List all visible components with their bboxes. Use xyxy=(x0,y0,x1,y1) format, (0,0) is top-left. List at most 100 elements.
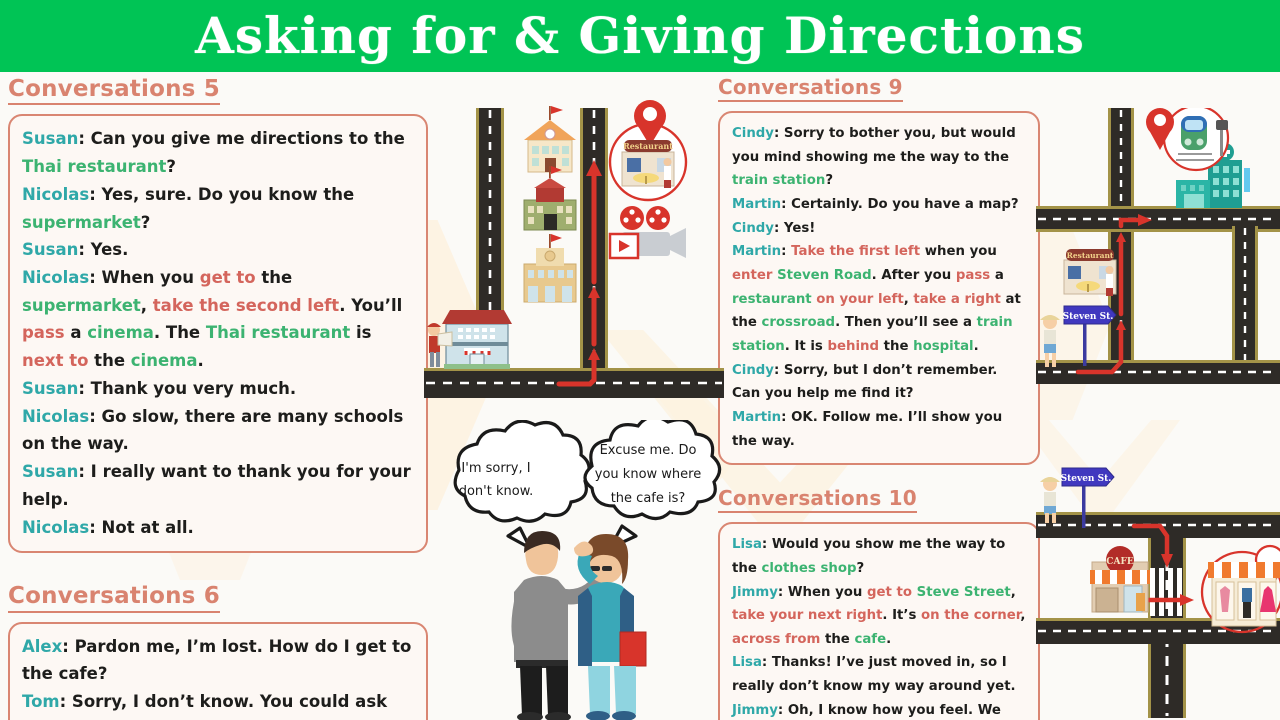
dialogue-text: : Thanks! I’ve just moved in, so I reall… xyxy=(732,655,1016,695)
dialogue-text: : Yes! xyxy=(773,220,816,236)
conversation-10-box: Lisa: Would you show me the way to the c… xyxy=(718,522,1040,720)
dialogue-lines: Lisa: Would you show me the way to the c… xyxy=(732,533,1026,720)
dialogue-text: ? xyxy=(825,173,834,189)
dialogue-text: : Pardon me, I’m lost. How do I get to t… xyxy=(22,636,412,684)
direction-phrase: get to xyxy=(866,584,912,600)
dialogue-text: the xyxy=(255,268,293,288)
cinema-icon xyxy=(608,206,686,260)
dialogue-text: : When you xyxy=(777,584,867,600)
dialogue-text: . It is xyxy=(784,338,828,354)
place-phrase: Thai restaurant xyxy=(205,323,351,343)
dialogue-lines: Susan : Can you give me directions to the… xyxy=(22,125,414,541)
conversation-5-box: Susan : Can you give me directions to the… xyxy=(8,114,428,554)
conversation-6-box: Alex: Pardon me, I’m lost. How do I get … xyxy=(8,621,428,720)
map-steven-road-to-train-station: Restaurant Steven St. xyxy=(1036,108,1280,398)
characters-with-speech-bubbles: I'm sorry, I don't know. Excuse me. Do y… xyxy=(424,420,724,720)
svg-text:Restaurant: Restaurant xyxy=(1067,251,1114,260)
street-sign: Steven St. xyxy=(1063,305,1117,366)
map-supermarket-to-thai-restaurant: Restaurant xyxy=(424,96,724,406)
dialogue-text: : Not at all. xyxy=(89,517,194,537)
place-phrase: train station xyxy=(732,173,826,189)
conversation-10: Conversations 10 Lisa: Would you show me… xyxy=(718,487,1040,720)
dialogue-text: when you xyxy=(920,244,997,260)
dialogue-text: the xyxy=(88,351,131,371)
speaker-name: Nicolas xyxy=(22,517,90,537)
direction-phrase: on the corner xyxy=(921,608,1021,624)
place-phrase: cinema xyxy=(130,351,198,371)
man-bubble: I'm sorry, I don't know. xyxy=(453,420,591,550)
dialogue-text: : Can you give me directions to the xyxy=(78,129,405,149)
dialogue-text: : Sorry, I don’t know. You could ask the… xyxy=(22,692,388,720)
dialogue-text: : Certainly. Do you have a map? xyxy=(781,196,1019,212)
conversation-5-heading: Conversations 5 xyxy=(8,76,220,106)
dialogue-text: . You’ll xyxy=(339,295,403,315)
dialogue-text: ? xyxy=(140,212,151,232)
speaker-name: Susan xyxy=(22,462,79,482)
svg-text:don't know.: don't know. xyxy=(459,484,534,499)
direction-phrase: across from xyxy=(732,631,821,647)
direction-phrase: take your next right xyxy=(732,608,883,624)
school-icon xyxy=(523,166,577,231)
cafe-icon: CAFE xyxy=(1090,546,1150,613)
speaker-name: Susan xyxy=(22,378,79,398)
dialogue-text: : Thank you very much. xyxy=(78,378,297,398)
dialogue-text: a xyxy=(990,267,1004,283)
conversation-10-heading: Conversations 10 xyxy=(718,487,917,514)
speaker-name: Alex xyxy=(22,636,63,656)
dialogue-text: is xyxy=(350,323,372,343)
place-phrase: Thai restaurant xyxy=(22,157,167,177)
place-phrase: Steve Street xyxy=(916,584,1011,600)
place-phrase: Steven Road xyxy=(777,267,872,283)
direction-phrase: Take the first left xyxy=(791,244,921,260)
school-icon xyxy=(523,234,577,303)
place-phrase: hospital xyxy=(913,338,974,354)
dialogue-text: , xyxy=(903,291,914,307)
right-column: Conversations 9 Cindy: Sorry to bother y… xyxy=(718,76,1040,720)
conversation-9-heading: Conversations 9 xyxy=(718,76,903,102)
conversation-6-heading: Conversations 6 xyxy=(8,583,220,613)
woman-icon xyxy=(1040,315,1060,367)
dialogue-text: . After you xyxy=(871,267,956,283)
speaker-name: Lisa xyxy=(732,655,762,671)
dialogue-text: : I really want to thank you for your he… xyxy=(22,462,411,509)
dialogue-text: . It’s xyxy=(882,608,922,624)
speaker-name: Nicolas xyxy=(22,268,90,288)
speaker-name: Cindy xyxy=(732,220,774,236)
restaurant-icon: Restaurant xyxy=(621,140,675,188)
speaker-name: Martin xyxy=(732,409,782,425)
speaker-name: Cindy xyxy=(732,362,774,378)
direction-phrase: pass xyxy=(22,323,65,343)
dialogue-text: : xyxy=(781,244,792,260)
direction-phrase: behind xyxy=(827,338,880,354)
speaker-name: Nicolas xyxy=(22,184,90,204)
direction-phrase: enter xyxy=(732,267,773,283)
place-phrase: supermarket xyxy=(22,212,141,232)
svg-text:Steven St.: Steven St. xyxy=(1061,474,1112,484)
svg-text:you know where: you know where xyxy=(595,467,701,482)
svg-text:Excuse me. Do: Excuse me. Do xyxy=(600,443,697,458)
dialogue-text: . The xyxy=(153,323,206,343)
speaker-name: Jimmy xyxy=(732,702,778,718)
svg-text:CAFE: CAFE xyxy=(1106,557,1134,567)
restaurant-icon: Restaurant xyxy=(1063,249,1117,296)
page-header: Asking for & Giving Directions xyxy=(0,0,1280,72)
dialogue-text: , xyxy=(140,295,153,315)
speaker-name: Cindy xyxy=(732,126,774,141)
svg-text:I'm sorry, I: I'm sorry, I xyxy=(461,461,530,476)
place-phrase: clothes shop xyxy=(761,560,857,576)
direction-phrase: take the second left xyxy=(152,295,340,315)
speaker-name: Martin xyxy=(732,244,782,260)
dialogue-text: . xyxy=(197,351,204,371)
direction-phrase: take a right xyxy=(913,291,1001,307)
direction-phrase: next to xyxy=(22,351,89,371)
clothes-shop-icon xyxy=(1208,562,1280,627)
dialogue-lines: Alex: Pardon me, I’m lost. How do I get … xyxy=(22,633,414,720)
dialogue-text: : Yes, sure. Do you know the xyxy=(89,184,355,204)
dialogue-text: : Sorry to bother you, but would you min… xyxy=(732,126,1016,165)
place-phrase: crossroad xyxy=(761,315,836,331)
conversation-6: Conversations 6 Alex: Pardon me, I’m los… xyxy=(8,583,428,720)
dialogue-text: ? xyxy=(856,560,865,576)
speaker-name: Nicolas xyxy=(22,406,90,426)
dialogue-text: , xyxy=(1020,608,1026,624)
speaker-name: Susan xyxy=(22,240,79,260)
